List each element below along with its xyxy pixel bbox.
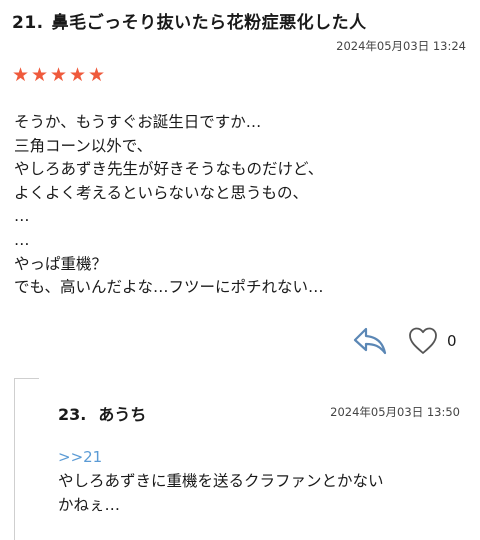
- star-icon: ★: [31, 64, 49, 86]
- comment-line: …: [14, 230, 30, 249]
- reply-anchor-link[interactable]: >>21: [58, 448, 102, 466]
- star-rating: ★ ★ ★ ★ ★: [12, 66, 107, 85]
- comment-header: 21. 鼻毛ごっそり抜いたら花粉症悪化した人: [12, 8, 367, 33]
- reply-header: 23. あうち: [58, 401, 146, 425]
- comment-body: そうか、もうすぐお誕生日ですか… 三角コーン以外で、 やしろあずき先生が好きそう…: [14, 111, 470, 300]
- like-count: 0: [447, 332, 457, 350]
- star-icon: ★: [69, 64, 87, 86]
- star-icon: ★: [50, 64, 68, 86]
- comment-line: そうか、もうすぐお誕生日ですか…: [14, 113, 262, 131]
- comment-line: 三角コーン以外で、: [14, 136, 153, 155]
- comment-date: 2024年05月03日 13:24: [336, 39, 466, 53]
- reply-line: かねぇ…: [58, 496, 121, 514]
- reply-line: やしろあずきに重機を送るクラファンとかない: [58, 472, 384, 490]
- comment-line: よくよく考えるといらないなと思うもの、: [14, 183, 309, 202]
- reply-arrow-icon[interactable]: [352, 326, 388, 356]
- comment-line: …: [14, 207, 30, 226]
- comment-line: やっぱ重機？: [14, 254, 108, 273]
- heart-outline-icon[interactable]: [407, 325, 439, 357]
- star-icon: ★: [12, 64, 30, 86]
- comment-line: やしろあずき先生が好きそうなものだけど、: [14, 160, 324, 179]
- comment-author: 鼻毛ごっそり抜いたら花粉症悪化した人: [51, 13, 367, 33]
- reply-body: やしろあずきに重機を送るクラファンとかない かねぇ…: [58, 469, 468, 517]
- reply-date: 2024年05月03日 13:50: [330, 405, 460, 419]
- reply-number: 23.: [58, 405, 87, 424]
- comment-number: 21.: [12, 13, 44, 33]
- star-icon: ★: [88, 64, 106, 86]
- comment-line: でも、高いんだよな…フツーにポチれない…: [14, 278, 324, 297]
- reply-author: あうち: [98, 405, 147, 424]
